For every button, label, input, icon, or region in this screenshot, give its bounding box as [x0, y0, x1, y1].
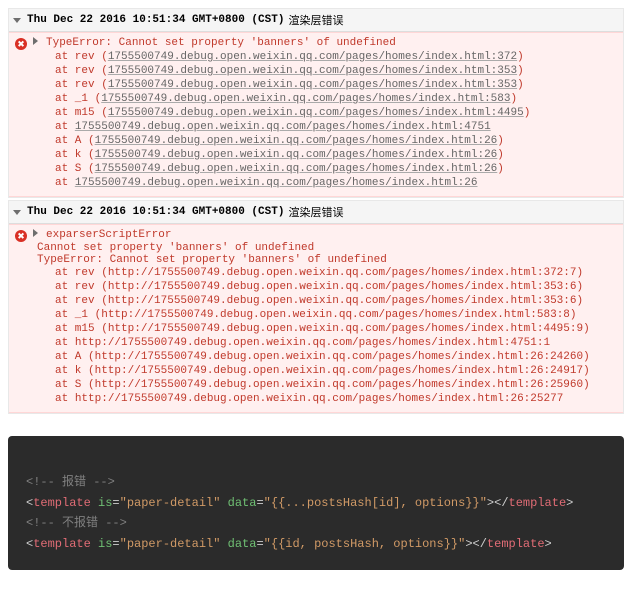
stack-frame: at 1755500749.debug.open.weixin.qq.com/p…	[55, 120, 617, 134]
stack-frame: at rev (http://1755500749.debug.open.wei…	[55, 266, 617, 280]
source-link[interactable]: 1755500749.debug.open.weixin.qq.com/page…	[75, 121, 491, 133]
code-snippet: <!-- 报错 --> <template is="paper-detail" …	[8, 436, 624, 570]
stack-frame: at _1 (1755500749.debug.open.weixin.qq.c…	[55, 92, 617, 106]
disclosure-triangle-icon[interactable]	[13, 210, 21, 215]
stack-frame: at k (1755500749.debug.open.weixin.qq.co…	[55, 148, 617, 162]
error-message: TypeError: Cannot set property 'banners'…	[15, 254, 617, 266]
source-link[interactable]: 1755500749.debug.open.weixin.qq.com/page…	[95, 135, 498, 147]
stack-frame: at rev (http://1755500749.debug.open.wei…	[55, 280, 617, 294]
stack-trace: at rev (http://1755500749.debug.open.wei…	[15, 266, 617, 406]
code-tag: template	[509, 496, 567, 510]
log-category: 渲染层错误	[288, 204, 343, 220]
stack-frame: at m15 (1755500749.debug.open.weixin.qq.…	[55, 106, 617, 120]
source-link[interactable]: 1755500749.debug.open.weixin.qq.com/page…	[75, 177, 478, 189]
code-string: "{{id, postsHash, options}}"	[264, 537, 466, 551]
code-string: "paper-detail"	[120, 537, 221, 551]
log-timestamp: Thu Dec 22 2016 10:51:34 GMT+0800 (CST)	[27, 14, 284, 26]
stack-frame: at m15 (http://1755500749.debug.open.wei…	[55, 322, 617, 336]
source-link[interactable]: 1755500749.debug.open.weixin.qq.com/page…	[108, 65, 517, 77]
error-message: Cannot set property 'banners' of undefin…	[15, 242, 617, 254]
stack-frame: at 1755500749.debug.open.weixin.qq.com/p…	[55, 176, 617, 190]
stack-frame: at http://1755500749.debug.open.weixin.q…	[55, 392, 617, 406]
stack-frame: at A (1755500749.debug.open.weixin.qq.co…	[55, 134, 617, 148]
code-tag: template	[33, 537, 91, 551]
code-tag: template	[487, 537, 545, 551]
stack-frame: at rev (1755500749.debug.open.weixin.qq.…	[55, 50, 617, 64]
source-link[interactable]: 1755500749.debug.open.weixin.qq.com/page…	[95, 163, 498, 175]
console-group-header[interactable]: Thu Dec 22 2016 10:51:34 GMT+0800 (CST) …	[9, 9, 623, 32]
code-attr: is	[98, 496, 112, 510]
stack-frame: at A (http://1755500749.debug.open.weixi…	[55, 350, 617, 364]
source-link[interactable]: 1755500749.debug.open.weixin.qq.com/page…	[101, 93, 510, 105]
code-attr: is	[98, 537, 112, 551]
disclosure-triangle-icon[interactable]	[33, 229, 38, 237]
log-timestamp: Thu Dec 22 2016 10:51:34 GMT+0800 (CST)	[27, 206, 284, 218]
stack-frame: at k (http://1755500749.debug.open.weixi…	[55, 364, 617, 378]
stack-frame: at _1 (http://1755500749.debug.open.weix…	[55, 308, 617, 322]
stack-frame: at rev (1755500749.debug.open.weixin.qq.…	[55, 78, 617, 92]
stack-trace: at rev (1755500749.debug.open.weixin.qq.…	[15, 50, 617, 190]
error-icon: ✖	[15, 38, 27, 50]
console-group-header[interactable]: Thu Dec 22 2016 10:51:34 GMT+0800 (CST) …	[9, 201, 623, 224]
code-attr: data	[228, 496, 257, 510]
source-link[interactable]: 1755500749.debug.open.weixin.qq.com/page…	[95, 149, 498, 161]
code-comment: <!-- 报错 -->	[26, 475, 115, 489]
error-icon: ✖	[15, 230, 27, 242]
error-title: exparserScriptError	[46, 229, 171, 241]
disclosure-triangle-icon[interactable]	[33, 37, 38, 45]
error-entry: ✖ exparserScriptErrorCannot set property …	[9, 224, 623, 413]
code-comment: <!-- 不报错 -->	[26, 516, 127, 530]
source-link[interactable]: 1755500749.debug.open.weixin.qq.com/page…	[108, 51, 517, 63]
source-link[interactable]: 1755500749.debug.open.weixin.qq.com/page…	[108, 107, 524, 119]
code-string: "{{...postsHash[id], options}}"	[264, 496, 487, 510]
code-string: "paper-detail"	[120, 496, 221, 510]
stack-frame: at S (http://1755500749.debug.open.weixi…	[55, 378, 617, 392]
error-entry: ✖ TypeError: Cannot set property 'banners…	[9, 32, 623, 197]
error-title: TypeError: Cannot set property 'banners'…	[46, 37, 396, 49]
console-group: Thu Dec 22 2016 10:51:34 GMT+0800 (CST) …	[8, 8, 624, 198]
console-group: Thu Dec 22 2016 10:51:34 GMT+0800 (CST) …	[8, 200, 624, 414]
stack-frame: at S (1755500749.debug.open.weixin.qq.co…	[55, 162, 617, 176]
stack-frame: at http://1755500749.debug.open.weixin.q…	[55, 336, 617, 350]
disclosure-triangle-icon[interactable]	[13, 18, 21, 23]
stack-frame: at rev (http://1755500749.debug.open.wei…	[55, 294, 617, 308]
code-tag: template	[33, 496, 91, 510]
source-link[interactable]: 1755500749.debug.open.weixin.qq.com/page…	[108, 79, 517, 91]
code-attr: data	[228, 537, 257, 551]
log-category: 渲染层错误	[288, 12, 343, 28]
stack-frame: at rev (1755500749.debug.open.weixin.qq.…	[55, 64, 617, 78]
